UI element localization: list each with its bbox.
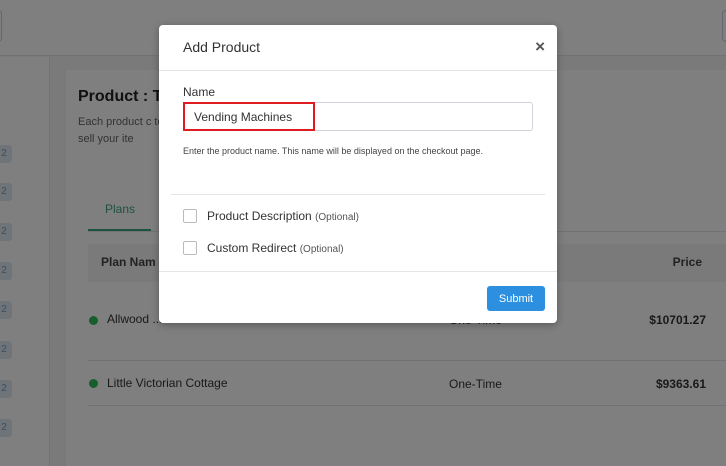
product-description-label-text: Product Description xyxy=(207,209,312,223)
custom-redirect-checkbox[interactable] xyxy=(183,241,197,255)
submit-button[interactable]: Submit xyxy=(487,286,545,311)
custom-redirect-label[interactable]: Custom Redirect (Optional) xyxy=(207,241,344,255)
product-description-checkbox[interactable] xyxy=(183,209,197,223)
product-description-label[interactable]: Product Description (Optional) xyxy=(207,209,359,223)
modal-header: Add Product × xyxy=(159,25,557,71)
modal-title: Add Product xyxy=(183,39,261,55)
optional-tag: (Optional) xyxy=(315,212,359,223)
custom-redirect-label-text: Custom Redirect xyxy=(207,241,297,255)
close-icon[interactable]: × xyxy=(535,38,545,56)
add-product-modal: Add Product × Name Enter the product nam… xyxy=(159,25,557,323)
name-help-text: Enter the product name. This name will b… xyxy=(183,146,484,156)
section-divider xyxy=(171,194,545,195)
name-label: Name xyxy=(183,85,216,99)
footer-divider xyxy=(159,271,557,272)
optional-tag: (Optional) xyxy=(299,244,344,255)
product-name-input[interactable] xyxy=(183,102,533,131)
